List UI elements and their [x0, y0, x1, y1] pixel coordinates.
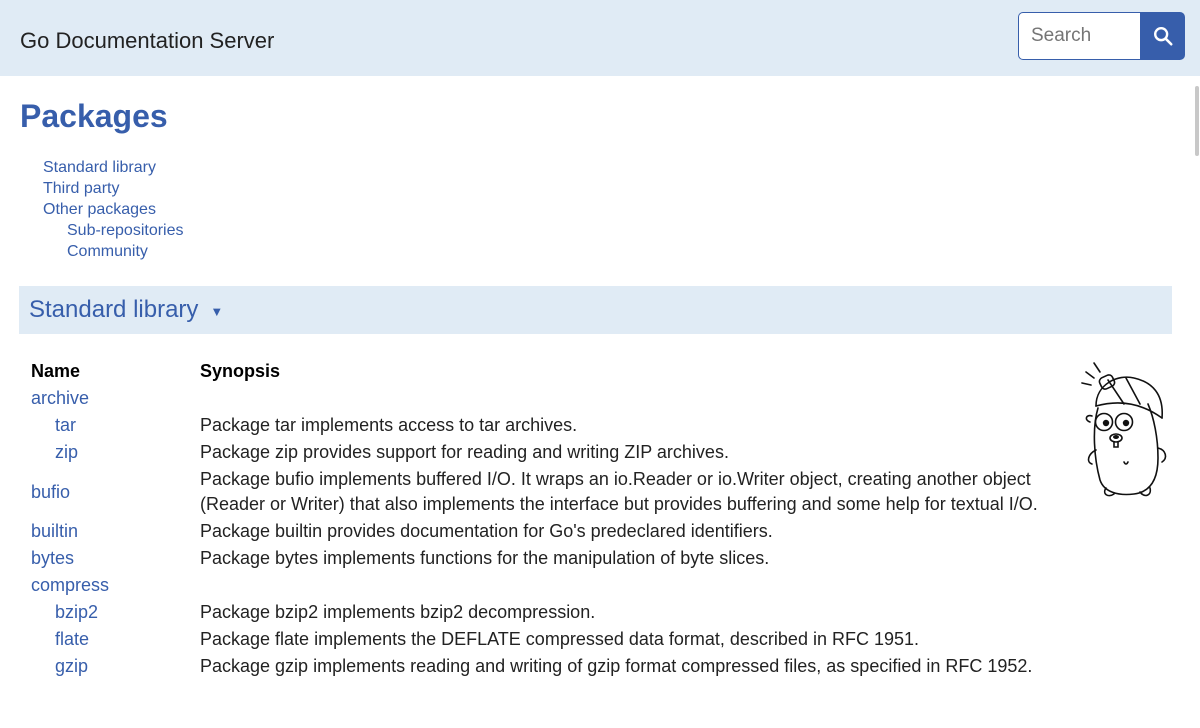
table-row: bytes Package bytes implements functions…	[31, 545, 1061, 572]
package-synopsis: Package gzip implements reading and writ…	[200, 656, 1033, 676]
scrollbar-thumb[interactable]	[1195, 86, 1199, 156]
table-row: bzip2 Package bzip2 implements bzip2 dec…	[31, 599, 1061, 626]
package-link[interactable]: zip	[55, 442, 78, 462]
package-synopsis: Package bytes implements functions for t…	[200, 548, 770, 568]
table-row: tar Package tar implements access to tar…	[31, 412, 1061, 439]
section-title[interactable]: Standard library	[29, 296, 198, 324]
caret-down-icon[interactable]: ▼	[210, 304, 223, 319]
gopher-mascot-icon	[1081, 362, 1167, 497]
table-of-contents: Standard library Third party Other packa…	[43, 157, 184, 262]
toc-link-standard-library[interactable]: Standard library	[43, 159, 156, 176]
search-input[interactable]	[1018, 12, 1140, 60]
package-link[interactable]: builtin	[31, 521, 78, 541]
toc-item: Standard library	[43, 157, 184, 178]
package-synopsis: Package bzip2 implements bzip2 decompres…	[200, 602, 596, 622]
package-link[interactable]: flate	[55, 629, 89, 649]
toc-item: Sub-repositories	[43, 220, 184, 241]
table-row: flate Package flate implements the DEFLA…	[31, 626, 1061, 653]
search-icon	[1153, 27, 1173, 46]
package-link[interactable]: compress	[31, 575, 109, 595]
table-row: archive	[31, 385, 1061, 412]
package-synopsis: Package builtin provides documentation f…	[200, 521, 773, 541]
package-synopsis: Package flate implements the DEFLATE com…	[200, 629, 919, 649]
package-table: Name Synopsis archive tar Package tar im…	[31, 358, 1061, 680]
package-link[interactable]: archive	[31, 388, 89, 408]
package-link[interactable]: bytes	[31, 548, 74, 568]
table-row: gzip Package gzip implements reading and…	[31, 653, 1061, 680]
toc-link-community[interactable]: Community	[67, 243, 148, 260]
search-form	[1018, 12, 1185, 60]
synopsis-column-header: Synopsis	[200, 361, 281, 381]
package-link[interactable]: tar	[55, 415, 76, 435]
package-synopsis: Package zip provides support for reading…	[200, 442, 729, 462]
site-title-link[interactable]: Go Documentation Server	[20, 28, 274, 54]
package-synopsis: Package tar implements access to tar arc…	[200, 415, 578, 435]
table-row: zip Package zip provides support for rea…	[31, 439, 1061, 466]
top-bar: Go Documentation Server	[0, 0, 1200, 76]
toc-link-other-packages[interactable]: Other packages	[43, 201, 156, 218]
page-scrollbar[interactable]	[1194, 76, 1200, 728]
name-column-header: Name	[31, 361, 81, 381]
package-link[interactable]: bzip2	[55, 602, 98, 622]
toc-link-third-party[interactable]: Third party	[43, 180, 119, 197]
package-link[interactable]: gzip	[55, 656, 88, 676]
table-row: compress	[31, 572, 1061, 599]
toc-link-sub-repositories[interactable]: Sub-repositories	[67, 222, 184, 239]
toc-item: Community	[43, 241, 184, 262]
section-header-standard-library[interactable]: Standard library ▼	[19, 286, 1172, 334]
table-header-row: Name Synopsis	[31, 358, 1061, 385]
table-row: bufio Package bufio implements buffered …	[31, 466, 1061, 518]
package-synopsis: Package bufio implements buffered I/O. I…	[200, 469, 1038, 514]
toc-item: Other packages	[43, 199, 184, 220]
package-link[interactable]: bufio	[31, 482, 70, 502]
table-row: builtin Package builtin provides documen…	[31, 518, 1061, 545]
toc-item: Third party	[43, 178, 184, 199]
search-button[interactable]	[1140, 12, 1185, 60]
page-title: Packages	[20, 98, 168, 134]
